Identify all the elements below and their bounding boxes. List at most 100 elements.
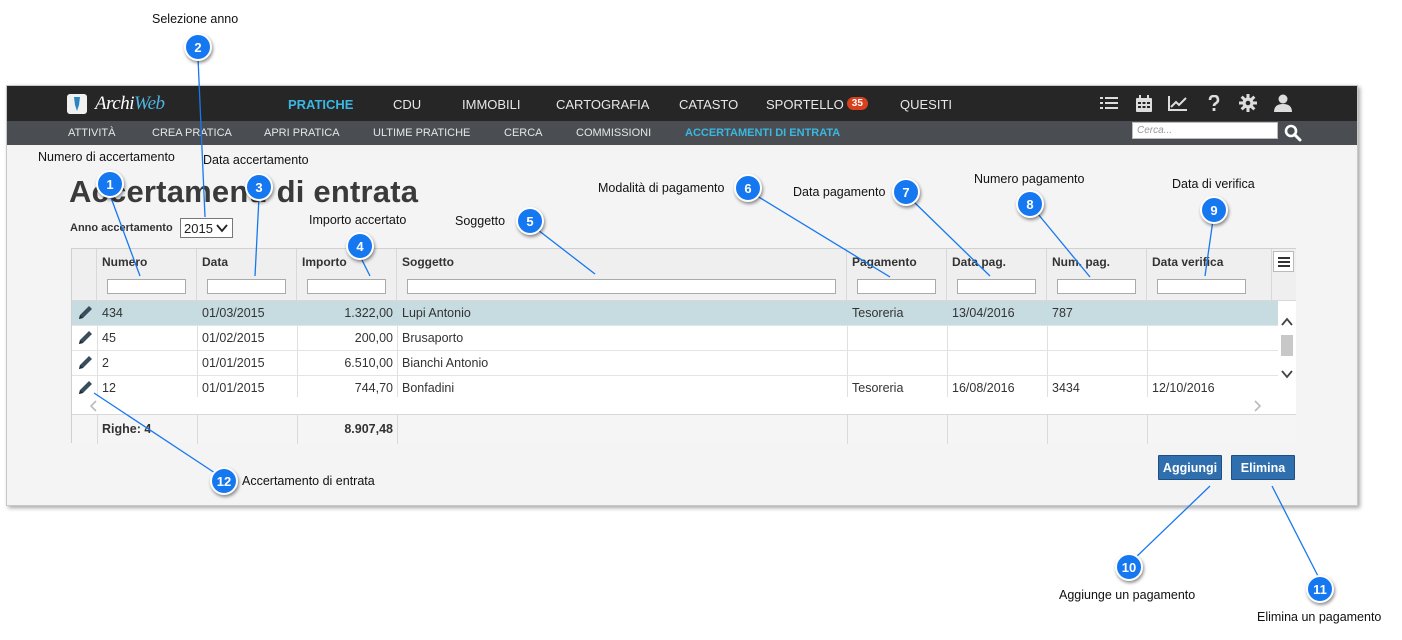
callout-label-5: Soggetto: [455, 214, 506, 228]
edit-icon[interactable]: [77, 305, 94, 321]
filter-data[interactable]: [207, 279, 286, 294]
header-label-importo[interactable]: Importo: [302, 255, 347, 269]
callout-label-10: Aggiunge un pagamento: [1059, 588, 1196, 602]
cell-num-pag: 3434: [1052, 381, 1080, 395]
header-label-num-pag[interactable]: Num. pag.: [1052, 255, 1110, 269]
cell-data: 01/02/2015: [202, 331, 265, 345]
subnav-apri-pratica[interactable]: APRI PRATICA: [264, 127, 340, 139]
chevron-down-icon[interactable]: [1281, 369, 1293, 379]
header-label-data[interactable]: Data: [202, 255, 228, 269]
nav-pratiche[interactable]: PRATICHE: [288, 97, 353, 112]
cell-numero: 12: [102, 381, 116, 395]
header-menu: [1272, 249, 1296, 301]
cell-pagamento: Tesoreria: [852, 381, 904, 395]
header-edit-col: [72, 249, 97, 301]
callout-3: 3: [245, 173, 273, 201]
gear-icon[interactable]: [1238, 94, 1258, 112]
edit-icon[interactable]: [77, 330, 94, 346]
header-label-numero[interactable]: Numero: [102, 255, 147, 269]
header-label-data-pag[interactable]: Data pag.: [952, 255, 1006, 269]
table-row[interactable]: 45 01/02/2015 200,00 Brusaporto: [72, 326, 1278, 351]
cell-importo: 200,00: [354, 331, 393, 345]
table-row[interactable]: 434 01/03/2015 1.322,00 Lupi Antonio Tes…: [72, 301, 1278, 326]
nav-catasto[interactable]: CATASTO: [679, 97, 738, 112]
nav-quesiti[interactable]: QUESITI: [900, 97, 952, 112]
grid-footer: Righe: 4 8.907,48: [72, 414, 1296, 444]
list-icon[interactable]: [1099, 94, 1119, 112]
add-button[interactable]: Aggiungi: [1158, 455, 1222, 480]
column-menu-icon[interactable]: [1273, 251, 1294, 272]
cell-data-pag: 16/08/2016: [952, 381, 1015, 395]
table-row[interactable]: 2 01/01/2015 6.510,00 Bianchi Antonio: [72, 351, 1278, 376]
header-data-verifica: Data verifica: [1147, 249, 1272, 301]
subnav-cerca[interactable]: CERCA: [504, 127, 543, 139]
header-label-pagamento[interactable]: Pagamento: [852, 255, 917, 269]
edit-icon[interactable]: [77, 380, 94, 396]
logo-text: ArchiWeb: [95, 93, 165, 114]
scroll-thumb[interactable]: [1281, 335, 1293, 356]
callout-8: 8: [1016, 190, 1044, 218]
header-label-data-verifica[interactable]: Data verifica: [1152, 255, 1223, 269]
nav-cdu[interactable]: CDU: [393, 97, 421, 112]
cell-numero: 2: [102, 356, 109, 370]
year-select[interactable]: 2015: [180, 218, 233, 238]
nav-cartografia[interactable]: CARTOGRAFIA: [556, 97, 649, 112]
chevron-left-icon[interactable]: [89, 400, 99, 412]
callout-11: 11: [1306, 575, 1334, 603]
header-label-soggetto[interactable]: Soggetto: [402, 255, 454, 269]
subnav-accertamenti[interactable]: ACCERTAMENTI DI ENTRATA: [685, 127, 840, 139]
help-icon[interactable]: [1204, 94, 1224, 112]
callout-label-1: Numero di accertamento: [38, 150, 175, 164]
edit-icon[interactable]: [77, 355, 94, 371]
filter-soggetto[interactable]: [407, 279, 836, 294]
filter-data-pag[interactable]: [957, 279, 1036, 294]
search-input[interactable]: [1132, 122, 1278, 139]
table-row[interactable]: 12 01/01/2015 744,70 Bonfadini Tesoreria…: [72, 376, 1278, 397]
cell-soggetto: Lupi Antonio: [402, 306, 471, 320]
chevron-up-icon[interactable]: [1281, 317, 1293, 327]
subnav-crea-pratica[interactable]: CREA PRATICA: [152, 127, 232, 139]
delete-button[interactable]: Elimina: [1231, 455, 1295, 480]
callout-7: 7: [892, 178, 920, 206]
cell-data-pag: 13/04/2016: [952, 306, 1015, 320]
header-importo: Importo: [297, 249, 397, 301]
footer-total: 8.907,48: [344, 422, 393, 436]
filter-importo[interactable]: [307, 279, 386, 294]
header-data-pag: Data pag.: [947, 249, 1047, 301]
header-data: Data: [197, 249, 297, 301]
filter-data-verifica[interactable]: [1157, 279, 1246, 294]
archiweb-window: ArchiWeb PRATICHE CDU IMMOBILI CARTOGRAF…: [6, 85, 1358, 506]
callout-label-11: Elimina un pagamento: [1257, 610, 1382, 624]
callout-label-8: Numero pagamento: [974, 172, 1085, 186]
filter-pagamento[interactable]: [857, 279, 936, 294]
cell-soggetto: Bianchi Antonio: [402, 356, 489, 370]
calendar-icon[interactable]: [1134, 94, 1154, 112]
cell-num-pag: 787: [1052, 306, 1073, 320]
archiweb-logo[interactable]: ArchiWeb: [67, 93, 165, 115]
year-value: 2015: [184, 220, 213, 236]
header-pagamento: Pagamento: [847, 249, 947, 301]
nav-immobili[interactable]: IMMOBILI: [462, 97, 521, 112]
cell-soggetto: Brusaporto: [402, 331, 464, 345]
cell-soggetto: Bonfadini: [402, 381, 455, 395]
subnav-attivita[interactable]: ATTIVITÀ: [68, 127, 115, 139]
chart-icon[interactable]: [1168, 94, 1188, 112]
search-icon[interactable]: [1284, 124, 1304, 144]
header-soggetto: Soggetto: [397, 249, 847, 301]
vertical-scrollbar[interactable]: [1278, 301, 1296, 414]
chevron-right-icon[interactable]: [1252, 400, 1262, 412]
callout-5: 5: [516, 207, 544, 235]
cell-importo: 6.510,00: [344, 356, 393, 370]
subnav-commissioni[interactable]: COMMISSIONI: [576, 127, 651, 139]
filter-num-pag[interactable]: [1057, 279, 1136, 294]
callout-label-3: Data accertamento: [203, 153, 309, 167]
callout-label-7: Data pagamento: [793, 185, 886, 199]
header-numero: Numero: [97, 249, 197, 301]
horizontal-scrollbar[interactable]: [72, 397, 1278, 414]
callout-label-4: Importo accertato: [309, 213, 407, 227]
subnav-ultime-pratiche[interactable]: ULTIME PRATICHE: [373, 127, 470, 139]
screenshot-stage: ArchiWeb PRATICHE CDU IMMOBILI CARTOGRAF…: [0, 0, 1402, 640]
user-icon[interactable]: [1273, 94, 1293, 112]
nav-sportello[interactable]: SPORTELLO 35: [766, 97, 868, 113]
filter-numero[interactable]: [107, 279, 186, 294]
